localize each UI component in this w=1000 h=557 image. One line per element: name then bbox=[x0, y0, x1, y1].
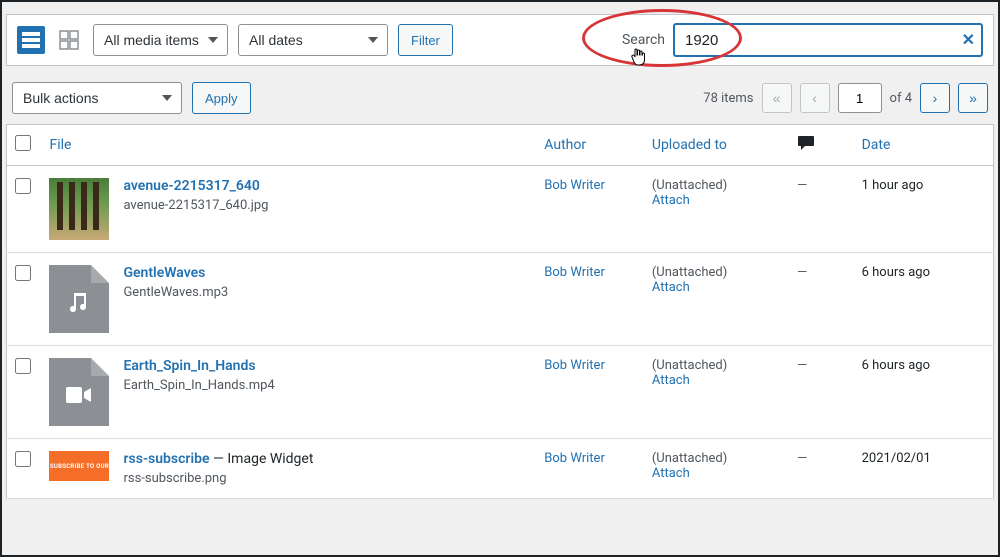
attach-link[interactable]: Attach bbox=[652, 466, 690, 481]
search-label: Search bbox=[622, 32, 665, 48]
media-title[interactable]: avenue-2215317_640 bbox=[123, 178, 268, 194]
media-title[interactable]: GentleWaves bbox=[123, 265, 228, 281]
row-checkbox[interactable] bbox=[15, 265, 31, 281]
table-row: GentleWaves GentleWaves.mp3 Bob Writer (Una… bbox=[7, 253, 994, 346]
search-area: Search ✕ bbox=[622, 23, 983, 57]
attachment-status: (Unattached) bbox=[652, 358, 727, 373]
media-thumbnail bbox=[49, 178, 109, 240]
row-checkbox[interactable] bbox=[15, 178, 31, 194]
list-view-button[interactable] bbox=[17, 26, 45, 54]
bulk-actions-select[interactable]: Bulk actions bbox=[12, 82, 182, 114]
col-date[interactable]: Date bbox=[862, 137, 891, 153]
table-row: SUBSCRIBE TO OUR rss-subscribe — Image Wi… bbox=[7, 439, 994, 499]
upload-date: 6 hours ago bbox=[862, 265, 930, 280]
audio-file-icon bbox=[49, 265, 109, 333]
row-checkbox[interactable] bbox=[15, 451, 31, 467]
page-number-input[interactable] bbox=[838, 83, 882, 113]
media-filename: avenue-2215317_640.jpg bbox=[123, 198, 268, 213]
comments-count: — bbox=[797, 451, 807, 466]
row-checkbox[interactable] bbox=[15, 358, 31, 374]
upload-date: 2021/02/01 bbox=[862, 451, 931, 466]
attachment-status: (Unattached) bbox=[652, 265, 727, 280]
filter-button[interactable]: Filter bbox=[398, 24, 453, 56]
page-total: of 4 bbox=[890, 91, 912, 106]
col-author[interactable]: Author bbox=[544, 137, 586, 153]
col-uploaded-to[interactable]: Uploaded to bbox=[652, 137, 727, 153]
video-file-icon bbox=[49, 358, 109, 426]
date-filter[interactable]: All dates bbox=[238, 24, 388, 56]
author-link[interactable]: Bob Writer bbox=[544, 451, 605, 466]
prev-page-button[interactable]: ‹ bbox=[800, 83, 830, 113]
clear-search-icon[interactable]: ✕ bbox=[962, 30, 975, 50]
author-link[interactable]: Bob Writer bbox=[544, 178, 605, 193]
media-title[interactable]: Earth_Spin_In_Hands bbox=[123, 358, 274, 374]
comments-count: — bbox=[797, 265, 807, 280]
table-row: Earth_Spin_In_Hands Earth_Spin_In_Hands.m… bbox=[7, 346, 994, 439]
last-page-button[interactable]: » bbox=[958, 83, 988, 113]
media-filename: rss-subscribe.png bbox=[123, 471, 313, 486]
select-all-checkbox[interactable] bbox=[15, 135, 31, 151]
attach-link[interactable]: Attach bbox=[652, 280, 690, 295]
comments-count: — bbox=[797, 178, 807, 193]
search-input[interactable] bbox=[673, 23, 983, 57]
upload-date: 6 hours ago bbox=[862, 358, 930, 373]
media-toolbar: All media items All dates Filter Search … bbox=[6, 14, 994, 66]
bulk-actions-bar: Bulk actions Apply 78 items « ‹ of 4 › » bbox=[2, 78, 998, 124]
comments-icon[interactable] bbox=[797, 139, 815, 155]
media-type-filter[interactable]: All media items bbox=[93, 24, 228, 56]
media-thumbnail: SUBSCRIBE TO OUR bbox=[49, 451, 109, 481]
items-count: 78 items bbox=[703, 91, 753, 106]
pagination: 78 items « ‹ of 4 › » bbox=[703, 83, 988, 113]
author-link[interactable]: Bob Writer bbox=[544, 265, 605, 280]
attachment-status: (Unattached) bbox=[652, 451, 727, 466]
media-table: File Author Uploaded to Date avenue-2215… bbox=[6, 124, 994, 499]
first-page-button[interactable]: « bbox=[762, 83, 792, 113]
media-filename: Earth_Spin_In_Hands.mp4 bbox=[123, 378, 274, 393]
table-row: avenue-2215317_640 avenue-2215317_640.jpg… bbox=[7, 166, 994, 253]
media-title[interactable]: rss-subscribe — Image Widget bbox=[123, 451, 313, 467]
media-filename: GentleWaves.mp3 bbox=[123, 285, 228, 300]
upload-date: 1 hour ago bbox=[862, 178, 924, 193]
next-page-button[interactable]: › bbox=[920, 83, 950, 113]
comments-count: — bbox=[797, 358, 807, 373]
attach-link[interactable]: Attach bbox=[652, 193, 690, 208]
attachment-status: (Unattached) bbox=[652, 178, 727, 193]
grid-view-button[interactable] bbox=[55, 26, 83, 54]
col-file[interactable]: File bbox=[49, 137, 71, 153]
author-link[interactable]: Bob Writer bbox=[544, 358, 605, 373]
attach-link[interactable]: Attach bbox=[652, 373, 690, 388]
apply-button[interactable]: Apply bbox=[192, 82, 251, 114]
